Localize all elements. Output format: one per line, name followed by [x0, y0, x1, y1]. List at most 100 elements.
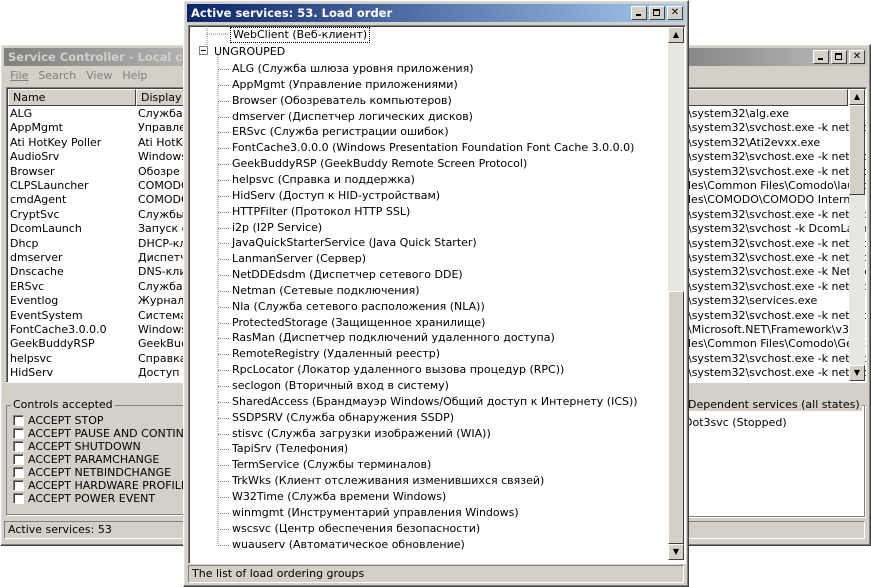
tree-item-service[interactable]: GeekBuddyRSP (GeekBuddy Remote Screen Pr… [230, 156, 529, 172]
tree-item-service[interactable]: Nla (Служба сетевого расположения (NLA)) [230, 299, 487, 315]
tree-item-service[interactable]: seclogon (Вторичный вход в систему) [230, 378, 451, 394]
checkbox-icon[interactable] [13, 493, 24, 504]
tree-item-service[interactable]: TrkWks (Клиент отслеживания изменившихся… [230, 473, 546, 489]
tree-group-ungrouped[interactable]: UNGROUPED [214, 44, 285, 60]
checkbox-icon[interactable] [13, 480, 24, 491]
service-row-path[interactable]: \system32\svchost.exe -k netsvc [688, 251, 866, 265]
menu-file[interactable]: File [5, 67, 33, 85]
service-row-display-name[interactable]: DHCP-кл [138, 237, 186, 251]
service-row-name[interactable]: Dnscache [10, 265, 64, 279]
tree-item-service[interactable]: RemoteRegistry (Удаленный реестр) [230, 346, 442, 362]
menu-help[interactable]: Help [117, 67, 152, 85]
service-row-name[interactable]: GeekBuddyRSP [10, 337, 95, 351]
service-row-path[interactable]: les\Common Files\Comodo\Geek [688, 337, 866, 351]
service-row-display-name[interactable]: DNS-кли [138, 265, 186, 279]
minimize-button[interactable] [813, 50, 829, 64]
tree-item-service[interactable]: SSDPSRV (Служба обнаружения SSDP) [230, 410, 456, 426]
load-order-tree[interactable]: WebClient (Веб-клиент) UNGROUPED ALG (Сл… [188, 25, 686, 564]
service-row-display-name[interactable]: COMODO [138, 179, 190, 193]
dialog-maximize-button[interactable] [649, 6, 665, 20]
service-row-display-name[interactable]: Диспетч [138, 251, 187, 265]
service-row-display-name[interactable]: Службы [138, 208, 185, 222]
control-checkbox[interactable]: ACCEPT STOP [13, 414, 104, 427]
service-row-display-name[interactable]: Windows [138, 323, 187, 337]
service-row-display-name[interactable]: Служба [138, 107, 183, 121]
tree-item-service[interactable]: RasMan (Диспетчер подключений удаленного… [230, 330, 557, 346]
service-row-name[interactable]: helpsvc [10, 352, 52, 366]
tree-item-service[interactable]: HidServ (Доступ к HID-устройствам) [230, 188, 442, 204]
tree-item-service[interactable]: wscsvc (Центр обеспечения безопасности) [230, 521, 482, 537]
service-row-name[interactable]: Browser [10, 165, 55, 179]
tree-item-webclient[interactable]: WebClient (Веб-клиент) [230, 27, 371, 43]
service-row-name[interactable]: CryptSvc [10, 208, 60, 222]
dialog-close-button[interactable]: ✕ [667, 6, 683, 20]
service-row-path[interactable]: \system32\svchost.exe -k netsvc [688, 366, 866, 380]
tree-item-service[interactable]: TapiSrv (Телефония) [230, 441, 350, 457]
control-checkbox[interactable]: ACCEPT POWER EVENT [13, 492, 155, 505]
service-row-name[interactable]: Ati HotKey Poller [10, 136, 101, 150]
collapse-icon[interactable] [199, 46, 208, 55]
service-row-path[interactable]: \system32\svchost.exe -k netsvc [688, 309, 866, 323]
menu-search[interactable]: Search [33, 67, 81, 85]
service-row-display-name[interactable]: Журнал [138, 294, 184, 308]
service-row-name[interactable]: dmserver [10, 251, 63, 265]
tree-item-service[interactable]: helpsvc (Справка и поддержка) [230, 172, 417, 188]
column-header-path[interactable]: me [662, 89, 848, 106]
tree-item-service[interactable]: RpcLocator (Локатор удаленного вызова пр… [230, 362, 566, 378]
service-row-path[interactable]: \system32\svchost.exe -k netsvc [688, 121, 866, 135]
tree-item-service[interactable]: stisvc (Служба загрузки изображений (WIA… [230, 426, 493, 442]
service-row-display-name[interactable]: Система [138, 309, 187, 323]
control-checkbox[interactable]: ACCEPT NETBINDCHANGE [13, 466, 171, 479]
service-row-path[interactable]: \system32\svchost.exe -k netsvc [688, 352, 866, 366]
tree-item-service[interactable]: SharedAccess (Брандмауэр Windows/Общий д… [230, 394, 640, 410]
tree-item-service[interactable]: ERSvc (Служба регистрации ошибок) [230, 124, 451, 140]
service-row-path[interactable]: \system32\svchost.exe -k Netwo [688, 265, 866, 279]
service-row-path[interactable]: \system32\svchost.exe -k netsvc [688, 150, 866, 164]
service-row-path[interactable]: \system32\svchost.exe -k netsvc [688, 208, 866, 222]
close-button[interactable]: ✕ [849, 50, 865, 64]
maximize-button[interactable] [831, 50, 847, 64]
service-row-name[interactable]: ERSvc [10, 280, 44, 294]
service-row-name[interactable]: Dhcp [10, 237, 38, 251]
tree-item-service[interactable]: winmgmt (Инструментарий управления Windo… [230, 505, 521, 521]
tree-item-service[interactable]: dmserver (Диспетчер логических дисков) [230, 109, 475, 125]
tree-item-service[interactable]: Netman (Сетевые подключения) [230, 283, 422, 299]
service-row-display-name[interactable]: Доступ к [138, 366, 190, 380]
menu-view[interactable]: View [81, 67, 117, 85]
column-header-name[interactable]: Name [8, 89, 136, 106]
paths-scrollbar[interactable]: ▲ ▼ [849, 89, 865, 381]
tree-item-service[interactable]: JavaQuickStarterService (Java Quick Star… [230, 235, 479, 251]
service-row-display-name[interactable]: Запуск с [138, 222, 188, 236]
tree-item-service[interactable]: FontCache3.0.0.0 (Windows Presentation F… [230, 140, 636, 156]
right-titlebar[interactable]: ✕ [664, 48, 867, 66]
service-row-path[interactable]: \system32\services.exe [688, 294, 817, 308]
control-checkbox[interactable]: ACCEPT PAUSE AND CONTINUE [13, 427, 199, 440]
service-row-path[interactable]: \Microsoft.NET\Framework\v3.0 [688, 323, 859, 337]
tree-scroll-down-button[interactable]: ▼ [668, 544, 684, 560]
service-row-path[interactable]: les\COMODO\COMODO Internet [688, 193, 861, 207]
tree-item-service[interactable]: ProtectedStorage (Защищенное хранилище) [230, 315, 487, 331]
service-row-path[interactable]: les\Common Files\Comodo\launc [688, 179, 866, 193]
service-row-path[interactable]: \system32\svchost.exe -k netsvc [688, 381, 866, 382]
service-row-path[interactable]: \system32\Ati2evxx.exe [688, 136, 820, 150]
tree-item-service[interactable]: TermService (Службы терминалов) [230, 457, 433, 473]
tree-item-service[interactable]: i2p (I2P Service) [230, 220, 324, 236]
service-row-display-name[interactable]: Ati HotKe [138, 136, 189, 150]
service-row-display-name[interactable]: Справка [138, 352, 186, 366]
service-row-name[interactable]: Eventlog [10, 294, 58, 308]
service-row-name[interactable]: cmdAgent [10, 193, 66, 207]
tree-item-service[interactable]: ALG (Служба шлюза уровня приложения) [230, 61, 476, 77]
service-row-display-name[interactable]: COMODO [138, 193, 190, 207]
tree-item-service[interactable]: NetDDEdsdm (Диспетчер сетевого DDE) [230, 267, 465, 283]
service-row-name[interactable]: ALG [10, 107, 32, 121]
scroll-down-button[interactable]: ▼ [849, 365, 865, 381]
tree-item-service[interactable]: Browser (Обозреватель компьютеров) [230, 93, 454, 109]
control-checkbox[interactable]: ACCEPT SHUTDOWN [13, 440, 141, 453]
control-checkbox[interactable]: ACCEPT PARAMCHANGE [13, 453, 159, 466]
tree-item-service[interactable]: HTTPFilter (Протокол HTTP SSL) [230, 204, 412, 220]
tree-scroll-thumb[interactable] [668, 291, 684, 544]
service-row-path[interactable]: \system32\svchost.exe -k netsvc [688, 165, 866, 179]
tree-item-service[interactable]: W32Time (Служба времени Windows) [230, 489, 448, 505]
checkbox-icon[interactable] [13, 428, 24, 439]
service-row-name[interactable]: AppMgmt [10, 121, 63, 135]
